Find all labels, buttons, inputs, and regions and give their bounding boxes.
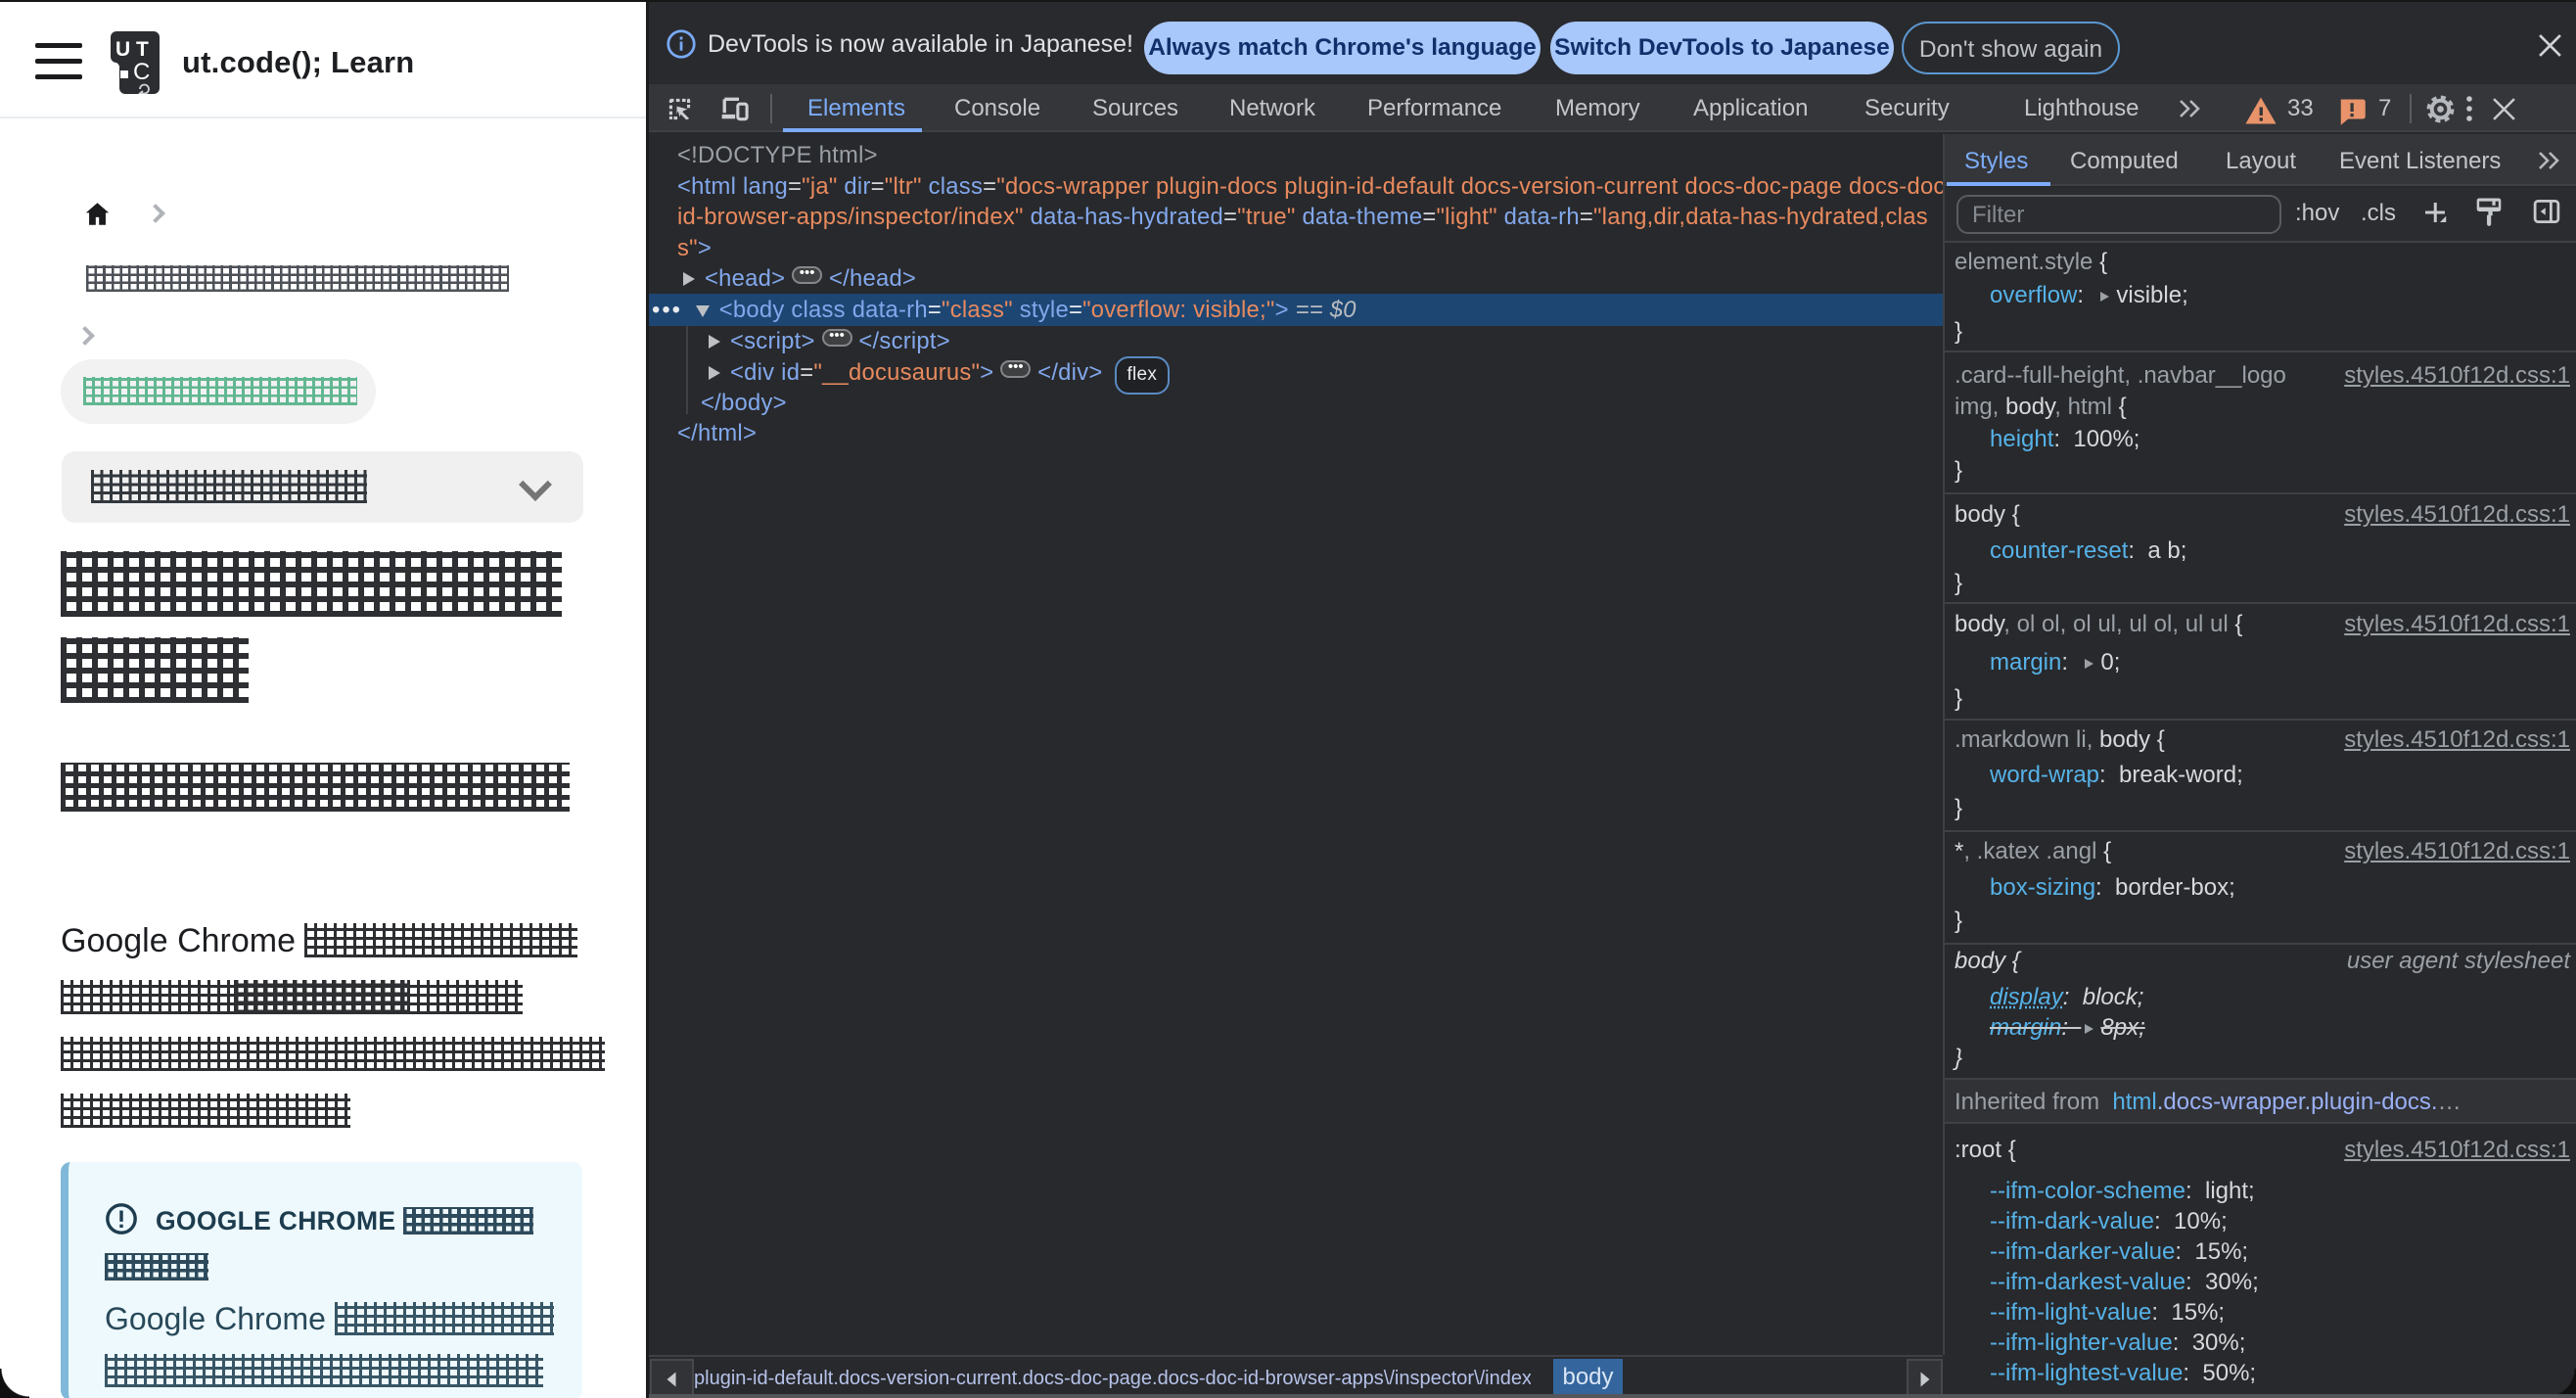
svg-text:C: C (133, 59, 150, 85)
svg-text:T: T (136, 38, 149, 61)
svg-text:U: U (115, 38, 130, 61)
